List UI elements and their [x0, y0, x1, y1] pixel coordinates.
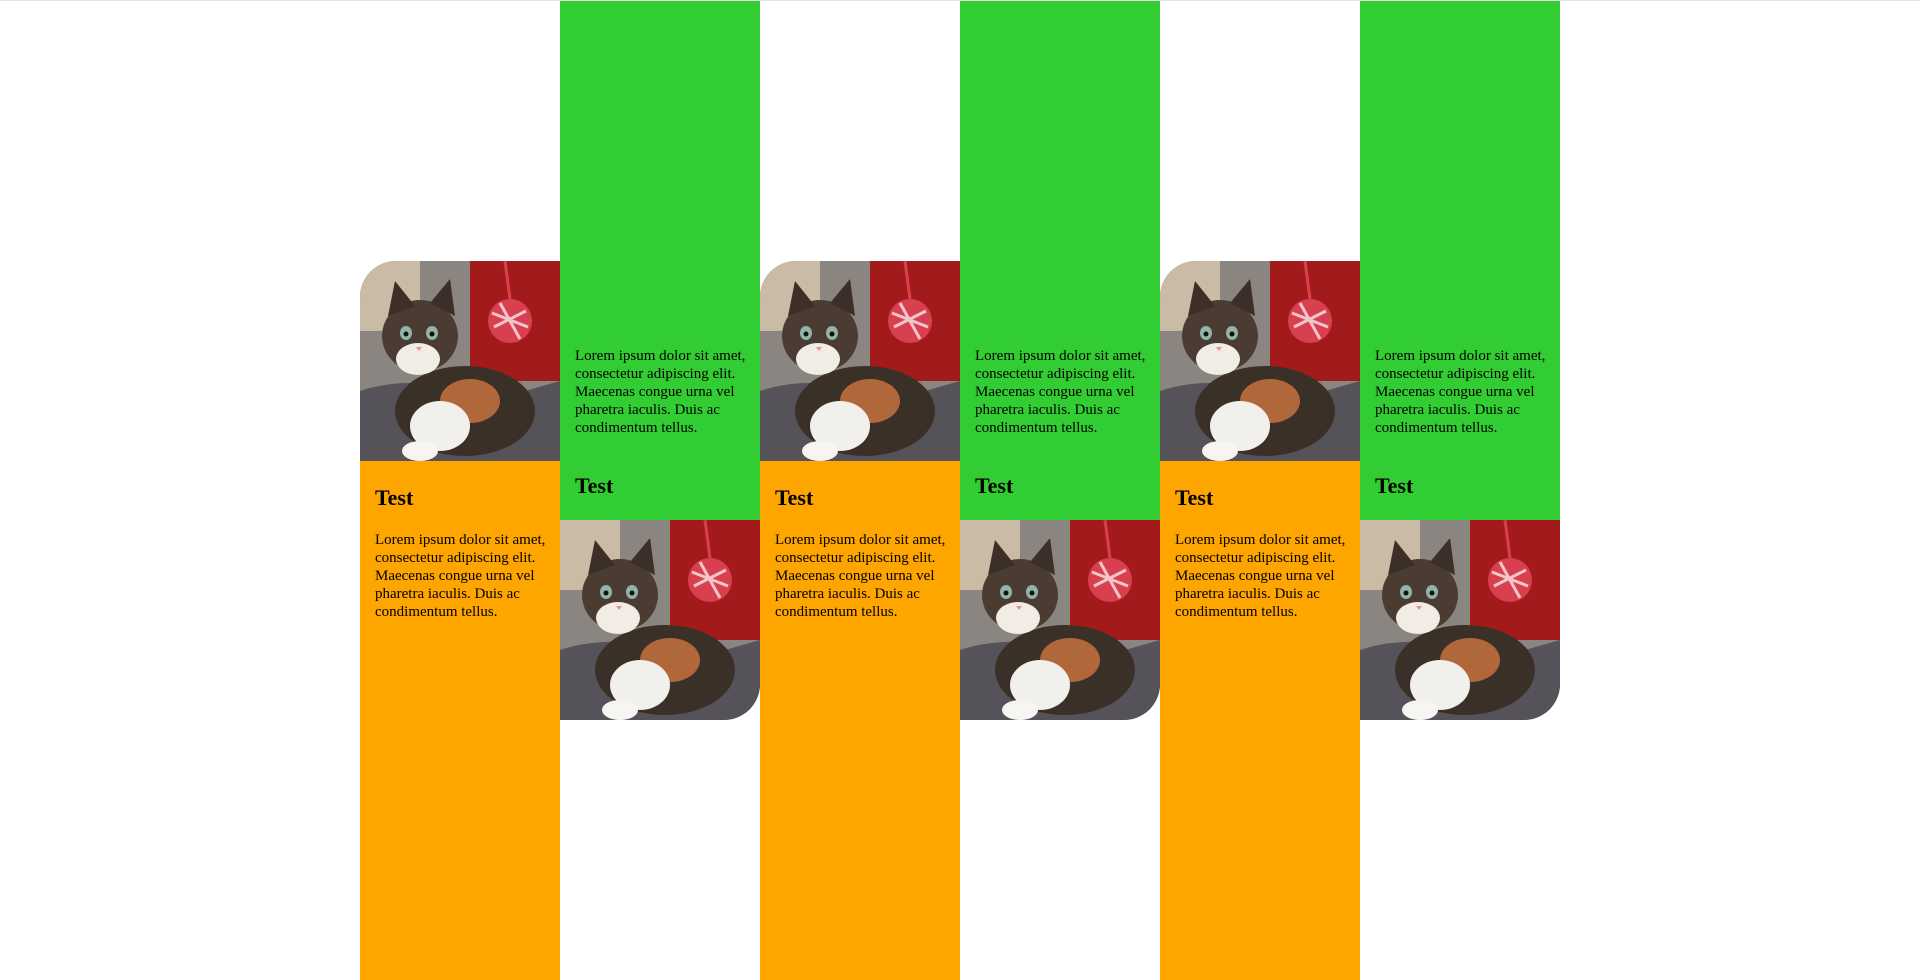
kitten-image-graphic — [1160, 261, 1360, 461]
card-text: Lorem ipsum dolor sit amet, consectetur … — [975, 348, 1146, 436]
card-text: Lorem ipsum dolor sit amet, consectetur … — [575, 348, 746, 436]
card-column: Test Lorem ipsum dolor sit amet, consect… — [760, 1, 960, 980]
card-column: Lorem ipsum dolor sit amet, consectetur … — [1360, 1, 1560, 980]
kitten-image-graphic — [360, 261, 560, 461]
card-green: Lorem ipsum dolor sit amet, consectetur … — [1360, 1, 1560, 720]
card-text: Lorem ipsum dolor sit amet, consectetur … — [1375, 348, 1546, 436]
card-green: Lorem ipsum dolor sit amet, consectetur … — [960, 1, 1160, 720]
card-strip: Test Lorem ipsum dolor sit amet, consect… — [360, 1, 1560, 980]
kitten-photo — [560, 520, 760, 720]
card-text: Lorem ipsum dolor sit amet, consectetur … — [1175, 532, 1346, 620]
card-orange: Test Lorem ipsum dolor sit amet, consect… — [1160, 261, 1360, 980]
card-orange: Test Lorem ipsum dolor sit amet, consect… — [360, 261, 560, 980]
kitten-photo — [1160, 261, 1360, 461]
card-column: Test Lorem ipsum dolor sit amet, consect… — [360, 1, 560, 980]
card-orange: Test Lorem ipsum dolor sit amet, consect… — [760, 261, 960, 980]
card-title: Test — [975, 473, 1014, 498]
kitten-image-graphic — [560, 520, 760, 720]
card-text: Lorem ipsum dolor sit amet, consectetur … — [775, 532, 946, 620]
kitten-image-graphic — [760, 261, 960, 461]
kitten-photo — [360, 261, 560, 461]
card-title: Test — [775, 485, 814, 510]
kitten-photo — [960, 520, 1160, 720]
kitten-photo — [1360, 520, 1560, 720]
card-title: Test — [375, 485, 414, 510]
card-title: Test — [1175, 485, 1214, 510]
card-title: Test — [575, 473, 614, 498]
card-column: Lorem ipsum dolor sit amet, consectetur … — [960, 1, 1160, 980]
card-column: Lorem ipsum dolor sit amet, consectetur … — [560, 1, 760, 980]
kitten-image-graphic — [1360, 520, 1560, 720]
kitten-image-graphic — [960, 520, 1160, 720]
card-green: Lorem ipsum dolor sit amet, consectetur … — [560, 1, 760, 720]
card-title: Test — [1375, 473, 1414, 498]
card-text: Lorem ipsum dolor sit amet, consectetur … — [375, 532, 546, 620]
kitten-photo — [760, 261, 960, 461]
card-column: Test Lorem ipsum dolor sit amet, consect… — [1160, 1, 1360, 980]
